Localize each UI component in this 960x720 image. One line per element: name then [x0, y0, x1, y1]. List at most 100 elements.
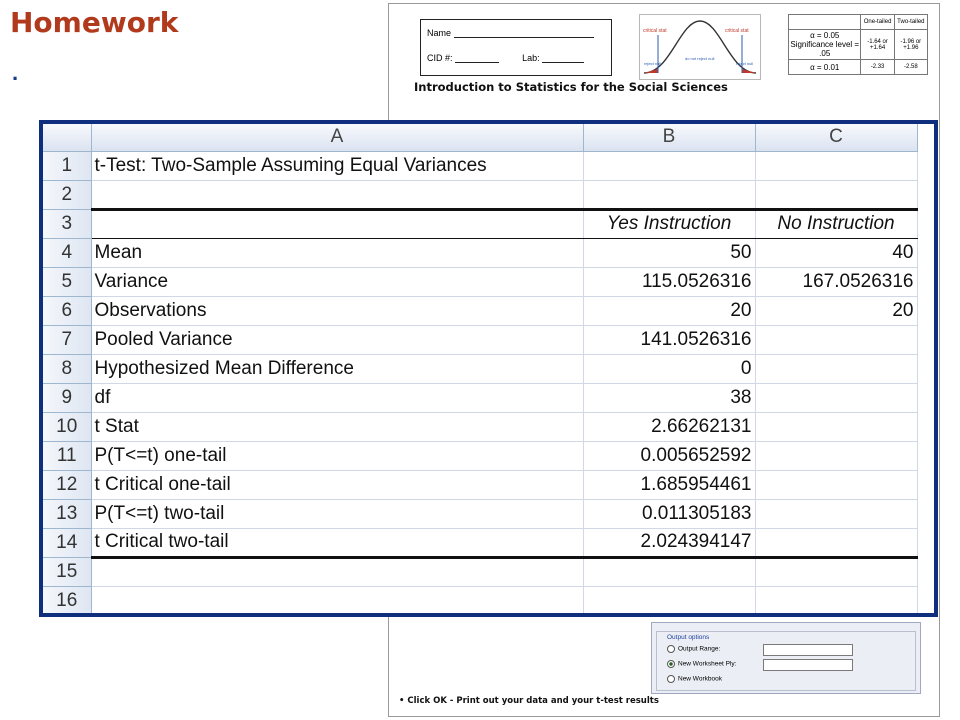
row-header[interactable]: 16 [43, 586, 92, 613]
column-header-a[interactable]: A [91, 124, 584, 152]
row-header[interactable]: 13 [43, 499, 92, 529]
cell-c5[interactable]: 167.0526316 [755, 267, 918, 297]
output-range-radio[interactable] [667, 645, 675, 653]
table-row: 12 t Critical one-tail 1.685954461 [43, 470, 918, 500]
table-row: 16 [43, 586, 918, 613]
cell-c6[interactable]: 20 [755, 296, 918, 326]
cell-b15[interactable] [583, 557, 756, 587]
row-header[interactable]: 7 [43, 325, 92, 355]
output-range-field[interactable] [763, 644, 853, 656]
cell-c12[interactable] [755, 470, 918, 500]
one-tailed-header: One-tailed [860, 14, 895, 30]
cell-b3[interactable]: Yes Instruction [583, 207, 756, 239]
row-header[interactable]: 10 [43, 412, 92, 442]
row-header[interactable]: 15 [43, 557, 92, 587]
row-header[interactable]: 5 [43, 267, 92, 297]
cell-b4[interactable]: 50 [583, 238, 756, 268]
name-box: Name CID #: Lab: [420, 19, 612, 76]
alpha-05: α = 0.05 [810, 31, 840, 40]
cell-a7[interactable]: Pooled Variance [91, 325, 584, 355]
new-worksheet-label: New Worksheet Ply: [678, 660, 737, 668]
alpha-05-two: -1.96 or +1.96 [893, 29, 929, 60]
footer-text: Click OK - Print out your data and your … [407, 696, 659, 706]
new-workbook-radio[interactable] [667, 675, 675, 683]
cell-a16[interactable] [91, 586, 584, 613]
cell-a14[interactable]: t Critical two-tail [91, 528, 584, 559]
row-header[interactable]: 4 [43, 238, 92, 268]
cell-b5[interactable]: 115.0526316 [583, 267, 756, 297]
cell-c10[interactable] [755, 412, 918, 442]
cell-c16[interactable] [755, 586, 918, 613]
table-row: 6 Observations 20 20 [43, 296, 918, 326]
cell-c9[interactable] [755, 383, 918, 413]
figure-left-region: reject null [644, 61, 661, 66]
lab-label: Lab: [522, 53, 540, 63]
cell-b7[interactable]: 141.0526316 [583, 325, 756, 355]
row-header[interactable]: 8 [43, 354, 92, 384]
row-header[interactable]: 3 [43, 209, 92, 239]
table-row: 9 df 38 [43, 383, 918, 413]
figure-left-label: critical stat [643, 28, 667, 34]
row-header[interactable]: 9 [43, 383, 92, 413]
cell-b8[interactable]: 0 [583, 354, 756, 384]
cell-a3[interactable] [91, 207, 584, 239]
cid-label: CID #: [427, 53, 453, 63]
cell-b14[interactable]: 2.024394147 [583, 528, 756, 559]
cell-c8[interactable] [755, 354, 918, 384]
cell-a13[interactable]: P(T<=t) two-tail [91, 499, 584, 529]
distribution-figure: critical stat critical stat reject null … [639, 14, 761, 80]
figure-right-region: reject null [736, 61, 753, 66]
cell-c15[interactable] [755, 557, 918, 587]
cell-c1[interactable] [755, 151, 918, 181]
cell-b13[interactable]: 0.011305183 [583, 499, 756, 529]
row-header[interactable]: 1 [43, 151, 92, 181]
cell-c14[interactable] [755, 528, 918, 559]
output-range-label: Output Range: [678, 645, 721, 653]
name-label: Name [427, 28, 452, 38]
new-workbook-label: New Workbook [678, 675, 722, 683]
worksheet-heading: Introduction to Statistics for the Socia… [414, 80, 728, 94]
alpha-05-one: -1.64 or +1.64 [860, 29, 895, 60]
alpha-01-one: -2.33 [860, 59, 895, 75]
cell-c13[interactable] [755, 499, 918, 529]
cell-b10[interactable]: 2.66262131 [583, 412, 756, 442]
table-row: 3 Yes Instruction No Instruction [43, 207, 918, 239]
figure-right-label: critical stat [725, 28, 749, 34]
cell-a15[interactable] [91, 557, 584, 587]
cell-c3[interactable]: No Instruction [755, 207, 918, 239]
cell-a10[interactable]: t Stat [91, 412, 584, 442]
cell-b1[interactable] [583, 151, 756, 181]
column-header-b[interactable]: B [583, 124, 756, 152]
cell-b9[interactable]: 38 [583, 383, 756, 413]
cell-a12[interactable]: t Critical one-tail [91, 470, 584, 500]
row-header[interactable]: 2 [43, 180, 92, 210]
cell-c11[interactable] [755, 441, 918, 471]
row-header[interactable]: 12 [43, 470, 92, 500]
new-worksheet-field[interactable] [763, 659, 853, 671]
cell-a8[interactable]: Hypothesized Mean Difference [91, 354, 584, 384]
cell-a1[interactable]: t-Test: Two-Sample Assuming Equal Varian… [91, 151, 584, 181]
column-header-c[interactable]: C [755, 124, 918, 152]
row-header[interactable]: 6 [43, 296, 92, 326]
cell-b11[interactable]: 0.005652592 [583, 441, 756, 471]
table-row: 11 P(T<=t) one-tail 0.005652592 [43, 441, 918, 471]
cell-b12[interactable]: 1.685954461 [583, 470, 756, 500]
cell-c7[interactable] [755, 325, 918, 355]
cell-b16[interactable] [583, 586, 756, 613]
new-worksheet-radio[interactable] [667, 660, 675, 668]
cell-c2[interactable] [755, 180, 918, 210]
cell-a9[interactable]: df [91, 383, 584, 413]
cell-a4[interactable]: Mean [91, 238, 584, 268]
cell-c4[interactable]: 40 [755, 238, 918, 268]
cell-a2[interactable] [91, 180, 584, 210]
cell-a11[interactable]: P(T<=t) one-tail [91, 441, 584, 471]
select-all-corner[interactable] [43, 124, 92, 152]
cell-a6[interactable]: Observations [91, 296, 584, 326]
excel-grid: A B C 1 t-Test: Two-Sample Assuming Equal… [43, 124, 918, 613]
cell-b6[interactable]: 20 [583, 296, 756, 326]
row-header[interactable]: 11 [43, 441, 92, 471]
cell-b2[interactable] [583, 180, 756, 210]
cell-a5[interactable]: Variance [91, 267, 584, 297]
row-header[interactable]: 14 [43, 528, 92, 558]
table-row: 2 [43, 180, 918, 210]
